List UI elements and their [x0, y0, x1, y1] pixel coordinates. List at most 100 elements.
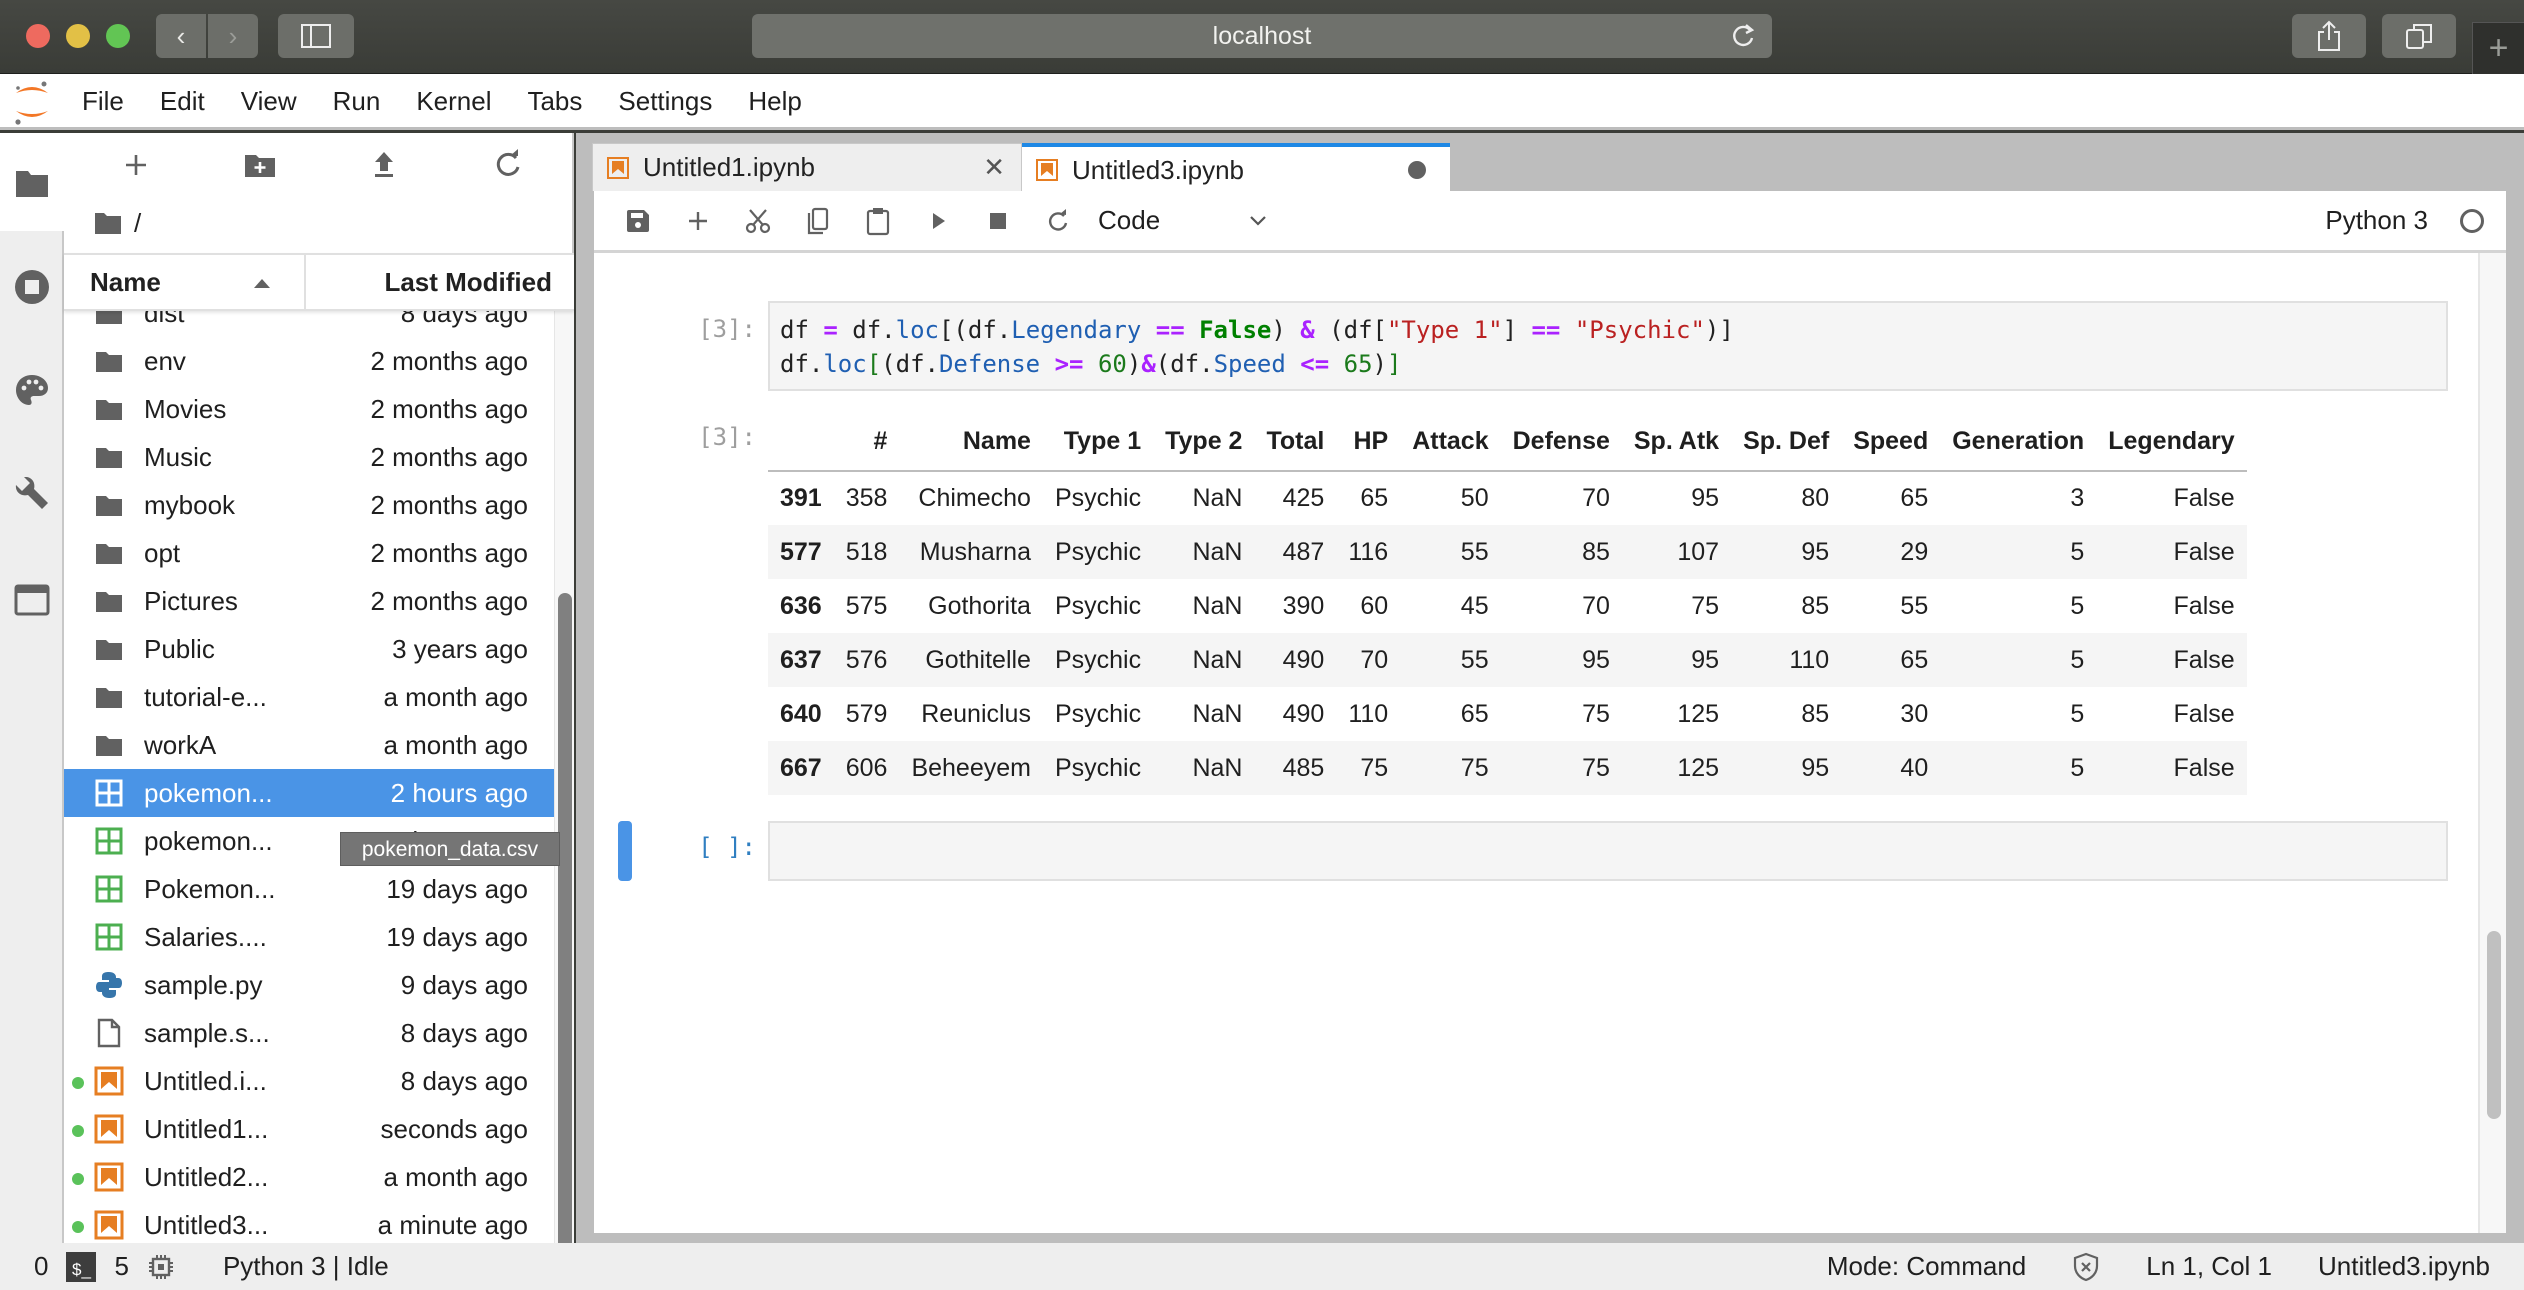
file-list-item[interactable]: dist 8 days ago [64, 311, 554, 337]
file-name: Public [144, 633, 215, 664]
new-launcher-icon[interactable] [118, 147, 154, 183]
wrench-icon[interactable] [14, 477, 50, 513]
file-list-item[interactable]: opt 2 months ago [64, 529, 554, 577]
file-list-item[interactable]: Movies 2 months ago [64, 385, 554, 433]
window-maximize-button[interactable] [106, 24, 130, 48]
notebook-icon [94, 1066, 124, 1096]
table-cell: 579 [845, 699, 888, 728]
back-button[interactable]: ‹ [156, 14, 206, 58]
table-cell: 487 [1282, 537, 1325, 566]
copy-button[interactable] [788, 190, 848, 252]
menu-edit[interactable]: Edit [142, 73, 223, 129]
empty-code-cell[interactable] [768, 821, 2448, 881]
address-bar[interactable]: localhost [752, 14, 1772, 58]
document-tab-bar: Untitled1.ipynb ✕ Untitled3.ipynb [592, 143, 1450, 193]
menu-run[interactable]: Run [315, 73, 399, 129]
forward-button[interactable]: › [208, 14, 258, 58]
run-button[interactable] [908, 190, 968, 252]
file-list-item[interactable]: Untitled2... a month ago [64, 1153, 554, 1201]
table-cell: 107 [1677, 537, 1720, 566]
file-list-item[interactable]: sample.s... 8 days ago [64, 1009, 554, 1057]
kernel-count[interactable]: 5 [114, 1251, 128, 1282]
window-close-button[interactable] [26, 24, 50, 48]
window-minimize-button[interactable] [66, 24, 90, 48]
table-cell: 85 [1582, 537, 1610, 566]
cursor-position[interactable]: Ln 1, Col 1 [2146, 1251, 2272, 1282]
reload-icon[interactable] [1730, 22, 1758, 50]
file-list-item[interactable]: Pictures 2 months ago [64, 577, 554, 625]
column-modified-header[interactable]: Last Modified [306, 255, 574, 309]
column-name-header[interactable]: Name [64, 255, 306, 309]
file-list-item[interactable]: Untitled.i... 8 days ago [64, 1057, 554, 1105]
file-modified: a minute ago [377, 1209, 528, 1240]
cell-type-dropdown[interactable]: Code [1098, 205, 1268, 236]
tab-untitled1[interactable]: Untitled1.ipynb ✕ [592, 143, 1022, 191]
notebook-scrollbar[interactable] [2478, 253, 2506, 1233]
unsaved-dot-icon[interactable] [1408, 161, 1426, 179]
file-list-item[interactable]: Salaries.... 19 days ago [64, 913, 554, 961]
refresh-icon[interactable] [490, 147, 526, 183]
save-button[interactable] [608, 190, 668, 252]
kernel-name[interactable]: Python 3 [2325, 205, 2428, 236]
tabs-panel-icon[interactable] [14, 581, 50, 617]
kernel-status-text[interactable]: Python 3 | Idle [223, 1251, 389, 1282]
code-cell-input[interactable]: df = df.loc[(df.Legendary == False) & (d… [768, 301, 2448, 391]
file-list: dist 8 days ago env 2 months ago Movies 2 mon… [64, 311, 554, 1243]
paste-button[interactable] [848, 190, 908, 252]
table-cell: 70 [1582, 591, 1610, 620]
menu-settings[interactable]: Settings [600, 73, 730, 129]
share-button[interactable] [2292, 14, 2366, 58]
file-modified: seconds ago [380, 1113, 528, 1144]
cut-button[interactable] [728, 190, 788, 252]
file-name: sample.s... [144, 1017, 270, 1048]
file-list-item[interactable]: Pokemon... 19 days ago [64, 865, 554, 913]
folder-icon [94, 730, 124, 760]
palette-icon[interactable] [14, 373, 50, 409]
file-list-item[interactable]: workA a month ago [64, 721, 554, 769]
sidebar-toggle-button[interactable] [278, 14, 354, 58]
table-cell: 85 [1801, 699, 1830, 728]
breadcrumb-root[interactable]: / [134, 208, 141, 239]
running-sessions-icon[interactable] [14, 269, 50, 305]
home-folder-icon[interactable] [94, 211, 122, 235]
insert-cell-button[interactable] [668, 190, 728, 252]
file-list-item[interactable]: env 2 months ago [64, 337, 554, 385]
notebook-scroll-thumb[interactable] [2487, 931, 2501, 1119]
tab-overview-button[interactable] [2382, 14, 2456, 58]
file-list-item[interactable]: sample.py 9 days ago [64, 961, 554, 1009]
table-cell: 576 [845, 645, 888, 674]
file-list-item[interactable]: tutorial-e... a month ago [64, 673, 554, 721]
table-cell: 75 [1691, 591, 1720, 620]
trust-shield-icon[interactable] [2072, 1252, 2100, 1282]
menu-help[interactable]: Help [730, 73, 819, 129]
tab-untitled3[interactable]: Untitled3.ipynb [1022, 143, 1450, 193]
new-folder-icon[interactable] [242, 147, 278, 183]
menu-tabs[interactable]: Tabs [509, 73, 600, 129]
upload-icon[interactable] [366, 147, 402, 183]
folder-icon[interactable] [14, 165, 50, 201]
row-index: 640 [780, 699, 822, 728]
file-list-item[interactable]: mybook 2 months ago [64, 481, 554, 529]
table-cell: 45 [1460, 591, 1489, 620]
menu-file[interactable]: File [64, 73, 142, 129]
kernel-idle-icon [2460, 208, 2484, 233]
file-list-scrollbar[interactable] [554, 311, 574, 1263]
table-cell: 50 [1460, 484, 1489, 512]
file-list-item[interactable]: Public 3 years ago [64, 625, 554, 673]
current-file: Untitled3.ipynb [2318, 1251, 2490, 1281]
file-list-item[interactable]: pokemon... 2 hours ago [64, 769, 554, 817]
terminal-count[interactable]: 0 [34, 1251, 48, 1282]
file-list-scroll-thumb[interactable] [558, 593, 572, 1263]
file-icon [94, 1018, 124, 1048]
menu-kernel[interactable]: Kernel [398, 73, 509, 129]
file-list-item[interactable]: Untitled3... a minute ago [64, 1201, 554, 1243]
close-icon[interactable]: ✕ [983, 152, 1005, 183]
table-cell: 390 [1282, 591, 1325, 620]
interrupt-button[interactable] [968, 190, 1028, 252]
new-tab-button[interactable]: + [2472, 22, 2524, 74]
file-list-item[interactable]: Music 2 months ago [64, 433, 554, 481]
file-list-item[interactable]: Untitled1... seconds ago [64, 1105, 554, 1153]
restart-button[interactable] [1028, 190, 1088, 252]
menu-view[interactable]: View [223, 73, 315, 129]
table-cell: 29 [1900, 537, 1929, 566]
